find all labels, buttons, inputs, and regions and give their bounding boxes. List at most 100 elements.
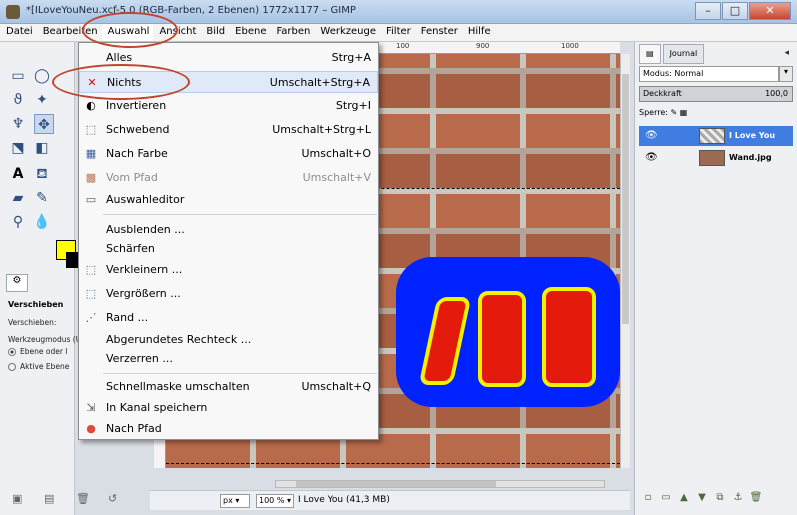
- save-options-icon[interactable]: ▣: [12, 492, 44, 505]
- chevron-down-icon[interactable]: ▾: [779, 66, 793, 82]
- blank-icon: [83, 241, 99, 257]
- close-button[interactable]: ✕: [749, 2, 791, 20]
- delete-layer-icon[interactable]: 🗑: [747, 492, 765, 503]
- horizontal-scrollbar[interactable]: [275, 480, 605, 488]
- blank-icon: [83, 332, 99, 348]
- fuzzy-select-tool-icon[interactable]: ✦: [32, 90, 52, 110]
- eye-icon[interactable]: 👁: [645, 130, 658, 141]
- floating-icon: ⬚: [85, 123, 97, 136]
- scale-tool-icon[interactable]: ⬔: [8, 138, 28, 158]
- gimp-app-icon: [6, 5, 20, 19]
- brush-tool-icon[interactable]: ✎: [32, 188, 52, 208]
- menu-item-nach-pfad[interactable]: ● Nach Pfad: [79, 418, 378, 440]
- delete-options-icon[interactable]: 🗑: [76, 492, 108, 505]
- new-group-icon[interactable]: ▭: [657, 492, 675, 503]
- raise-layer-icon[interactable]: ▲: [675, 492, 693, 503]
- tab-journal[interactable]: Journal: [662, 44, 705, 64]
- clone-tool-icon[interactable]: ⚲: [8, 212, 28, 232]
- reset-options-icon[interactable]: ↺: [108, 492, 140, 505]
- menu-item-schnellmaske-umschalten[interactable]: Schnellmaske umschalten Umschalt+Q: [79, 376, 378, 398]
- layer-thumbnail: [699, 150, 725, 166]
- layer-row[interactable]: 👁 Wand.jpg: [639, 148, 793, 168]
- bucket-fill-tool-icon[interactable]: ⛾: [32, 164, 52, 184]
- eye-icon[interactable]: 👁: [645, 152, 658, 163]
- scroll-thumb[interactable]: [622, 74, 629, 324]
- menu-item-vom-pfad[interactable]: ▩ Vom Pfad Umschalt+V: [79, 167, 378, 189]
- option-active-layer[interactable]: Aktive Ebene: [8, 362, 69, 371]
- shrink-icon: ⬚: [85, 263, 97, 276]
- menu-auswahl[interactable]: Auswahl: [101, 24, 154, 41]
- invert-icon: ◐: [86, 99, 96, 112]
- opacity-slider[interactable]: Deckkraft 100,0: [639, 86, 793, 102]
- menu-item-invertieren[interactable]: ◐ Invertieren Strg+I: [79, 95, 378, 117]
- background-color-swatch[interactable]: [66, 252, 78, 268]
- rect-select-tool-icon[interactable]: ▭: [8, 66, 28, 86]
- layer-mode-select[interactable]: Modus: Normal: [639, 66, 779, 82]
- menu-item-nichts[interactable]: ✕ Nichts Umschalt+Strg+A: [79, 71, 378, 93]
- color-select-icon: ▦: [85, 147, 97, 160]
- menu-item-schaerfen[interactable]: Schärfen: [79, 238, 378, 260]
- menu-item-schwebend[interactable]: ⬚ Schwebend Umschalt+Strg+L: [79, 119, 378, 141]
- layer-mode-row: Modus: Normal ▾: [639, 66, 793, 82]
- layer-row[interactable]: 👁 I Love You: [639, 126, 793, 146]
- menubar: Datei Bearbeiten Auswahl Ansicht Bild Eb…: [0, 24, 797, 42]
- menu-ansicht[interactable]: Ansicht: [153, 24, 200, 41]
- menu-item-rand[interactable]: ⋰ Rand ...: [79, 307, 378, 329]
- menu-fenster[interactable]: Fenster: [415, 24, 462, 41]
- lock-alpha-icon[interactable]: ▦: [680, 108, 688, 117]
- menu-filter[interactable]: Filter: [380, 24, 415, 41]
- vertical-scrollbar[interactable]: [620, 54, 630, 468]
- cross-icon: ✕: [87, 76, 97, 89]
- tool-options-tab[interactable]: ⚙: [6, 274, 28, 292]
- perspective-tool-icon[interactable]: ◧: [32, 138, 52, 158]
- status-text: I Love You (41,3 MB): [298, 495, 390, 505]
- menu-item-in-kanal-speichern[interactable]: ⇲ In Kanal speichern: [79, 397, 378, 419]
- auswahl-dropdown-menu: Alles Strg+A ✕ Nichts Umschalt+Strg+A ◐ …: [78, 42, 379, 440]
- move-tool-icon[interactable]: ✥: [34, 114, 54, 134]
- menu-item-verzerren[interactable]: Verzerren ...: [79, 348, 378, 370]
- restore-options-icon[interactable]: ▤: [44, 492, 76, 505]
- new-layer-icon[interactable]: ▫: [639, 492, 657, 503]
- text-tool-icon[interactable]: A: [8, 164, 28, 184]
- menu-werkzeuge[interactable]: Werkzeuge: [314, 24, 380, 41]
- paths-tool-icon[interactable]: ♆: [8, 114, 28, 134]
- free-select-tool-icon[interactable]: ϑ: [8, 90, 28, 110]
- ellipse-select-tool-icon[interactable]: ◯: [32, 66, 52, 86]
- opacity-value: 100,0: [765, 89, 788, 98]
- menu-ebene[interactable]: Ebene: [229, 24, 270, 41]
- blank-icon: [83, 379, 99, 395]
- to-path-icon: ●: [86, 422, 96, 435]
- blank-icon: [83, 351, 99, 367]
- minimize-button[interactable]: –: [695, 2, 721, 20]
- tab-layers[interactable]: ▤: [639, 44, 661, 64]
- tool-mode-label: Werkzeugmodus (U: [8, 335, 82, 344]
- menu-farben[interactable]: Farben: [270, 24, 314, 41]
- lock-pixels-icon[interactable]: ✎: [671, 108, 680, 117]
- menu-item-nach-farbe[interactable]: ▦ Nach Farbe Umschalt+O: [79, 143, 378, 165]
- maximize-button[interactable]: □: [722, 2, 748, 20]
- duplicate-layer-icon[interactable]: ⧉: [711, 492, 729, 503]
- tool-options-title: Verschieben: [8, 300, 64, 309]
- eraser-tool-icon[interactable]: ▰: [8, 188, 28, 208]
- radio-unselected-icon: [8, 363, 16, 371]
- path-icon: ▩: [85, 171, 97, 184]
- dock-menu-icon[interactable]: ◂: [784, 48, 789, 58]
- menu-item-vergroessern[interactable]: ⬚ Vergrößern ...: [79, 283, 378, 305]
- menu-bild[interactable]: Bild: [200, 24, 229, 41]
- layers-dock: ▤ Journal ◂ Modus: Normal ▾ Deckkraft 10…: [634, 42, 797, 515]
- unit-select[interactable]: px ▾: [220, 494, 250, 508]
- blur-tool-icon[interactable]: 💧: [32, 212, 52, 232]
- option-layer-or-guide[interactable]: Ebene oder l: [8, 347, 67, 356]
- scroll-thumb[interactable]: [296, 481, 496, 487]
- menu-hilfe[interactable]: Hilfe: [462, 24, 495, 41]
- move-mode-label: Verschieben:: [8, 318, 57, 327]
- selection-marching-ants: [166, 463, 620, 464]
- menu-item-alles[interactable]: Alles Strg+A: [79, 47, 378, 69]
- menu-datei[interactable]: Datei: [0, 24, 37, 41]
- menu-bearbeiten[interactable]: Bearbeiten: [37, 24, 102, 41]
- menu-item-auswahleditor[interactable]: ▭ Auswahleditor: [79, 189, 378, 211]
- lower-layer-icon[interactable]: ▼: [693, 492, 711, 503]
- anchor-layer-icon[interactable]: ⚓: [729, 492, 747, 503]
- zoom-select[interactable]: 100 % ▾: [256, 494, 294, 508]
- menu-item-verkleinern[interactable]: ⬚ Verkleinern ...: [79, 259, 378, 281]
